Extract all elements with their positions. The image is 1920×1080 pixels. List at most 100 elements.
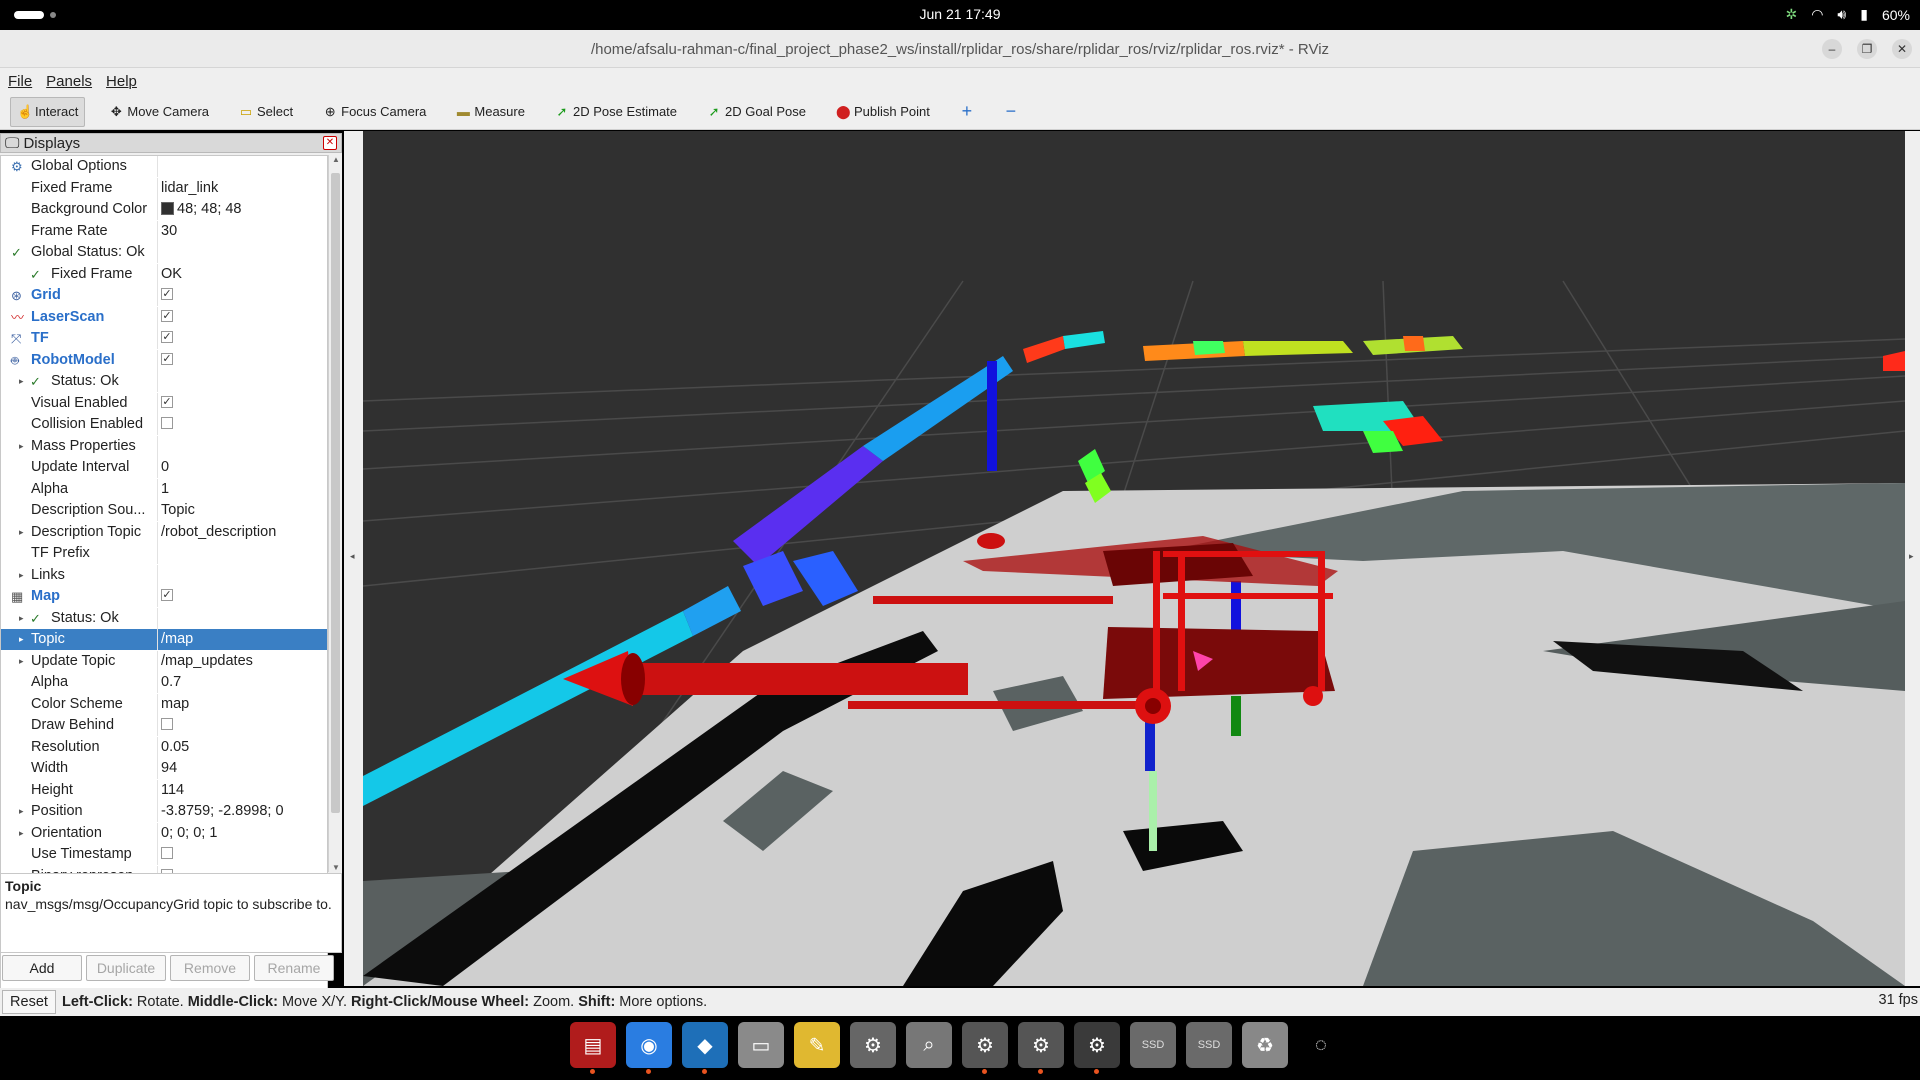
property-row[interactable]: Background Color 48; 48; 48 xyxy=(1,199,327,220)
checkbox-unchecked[interactable] xyxy=(161,417,173,430)
property-value-cell[interactable]: 0.05 xyxy=(160,737,327,758)
rviz3-app-icon[interactable]: ⚙ xyxy=(1074,1022,1120,1074)
window-titlebar[interactable]: /home/afsalu-rahman-c/final_project_phas… xyxy=(0,30,1920,68)
property-row[interactable]: Collision Enabled xyxy=(1,414,327,435)
property-value-cell[interactable]: /map_updates xyxy=(160,651,327,672)
property-value-cell[interactable] xyxy=(160,156,327,177)
tool-focus-camera[interactable]: ⊕ Focus Camera xyxy=(317,97,432,127)
show-apps-icon[interactable]: ◌ xyxy=(1298,1022,1344,1068)
display-item[interactable]: 🤖︎ RobotModel ✓ xyxy=(1,349,327,371)
tool-interact[interactable]: ☝ Interact xyxy=(10,96,86,127)
property-row[interactable]: ▸ Orientation 0; 0; 0; 1 xyxy=(1,822,327,844)
property-value-cell[interactable] xyxy=(160,565,327,586)
property-value-cell[interactable] xyxy=(160,844,327,865)
image-viewer-app-icon[interactable]: ⌕ xyxy=(906,1022,952,1068)
display-item[interactable]: ▦ Map ✓ xyxy=(1,586,327,607)
rename-display-button[interactable]: Rename xyxy=(254,955,334,981)
property-value-cell[interactable]: 0 xyxy=(160,457,327,478)
property-row[interactable]: ▸ Position -3.8759; -2.8998; 0 xyxy=(1,801,327,822)
expand-arrow-icon[interactable]: ▸ xyxy=(19,436,24,457)
remove-tool-button[interactable]: − xyxy=(998,97,1024,127)
property-value-cell[interactable]: 0.7 xyxy=(160,672,327,693)
property-row[interactable]: TF Prefix xyxy=(1,543,327,564)
property-value-cell[interactable] xyxy=(160,436,327,457)
expand-arrow-icon[interactable]: ▸ xyxy=(19,801,24,822)
property-value-cell[interactable]: 1 xyxy=(160,479,327,500)
property-value-cell[interactable]: ✓ xyxy=(160,350,327,371)
add-tool-button[interactable]: + xyxy=(954,97,980,127)
property-value-cell[interactable] xyxy=(160,608,327,629)
scroll-down-arrow-icon[interactable]: ▼ xyxy=(329,863,343,872)
expand-arrow-icon[interactable]: ▸ xyxy=(19,608,24,629)
property-row[interactable]: ▸ Description Topic/robot_description xyxy=(1,521,327,543)
checkbox-checked[interactable]: ✓ xyxy=(161,309,173,322)
duplicate-display-button[interactable]: Duplicate xyxy=(86,955,166,981)
ssd2-drive-icon[interactable]: SSD xyxy=(1186,1022,1232,1068)
collapse-left-arrow-icon[interactable]: ◂ xyxy=(350,551,355,562)
property-value-cell[interactable] xyxy=(160,715,327,736)
checkbox-checked[interactable]: ✓ xyxy=(161,288,173,301)
property-row[interactable]: Width 94 xyxy=(1,758,327,779)
property-value-cell[interactable]: /robot_description xyxy=(160,522,327,543)
checkbox-checked[interactable]: ✓ xyxy=(161,331,173,344)
checkbox-unchecked[interactable] xyxy=(161,718,173,731)
expand-arrow-icon[interactable]: ▸ xyxy=(19,565,24,586)
property-value-cell[interactable]: ✓ xyxy=(160,307,327,328)
property-row[interactable]: Alpha 1 xyxy=(1,478,327,500)
chrome-app-icon[interactable]: ◉ xyxy=(626,1022,672,1074)
property-value-cell[interactable]: 94 xyxy=(160,758,327,779)
add-display-button[interactable]: Add xyxy=(2,955,82,981)
property-value-cell[interactable]: 0; 0; 0; 1 xyxy=(160,823,327,844)
property-row[interactable]: ▸ Mass Properties xyxy=(1,435,327,457)
property-value-cell[interactable] xyxy=(160,371,327,392)
property-row[interactable]: ✓ Global Status: Ok xyxy=(1,242,327,263)
rviz-app-icon[interactable]: ⚙ xyxy=(962,1022,1008,1074)
property-row[interactable]: ▸ Topic/map xyxy=(1,629,327,650)
property-row[interactable]: ▸ ✓ Status: Ok xyxy=(1,371,327,392)
property-value-cell[interactable]: ✓ xyxy=(160,328,327,349)
property-row[interactable]: ▸ Update Topic/map_updates xyxy=(1,650,327,672)
clock[interactable]: Jun 21 17:49 xyxy=(0,6,1920,22)
property-value-cell[interactable]: lidar_link xyxy=(160,178,327,199)
property-row[interactable]: Color Scheme map xyxy=(1,693,327,715)
checkbox-unchecked[interactable] xyxy=(161,847,173,860)
property-row[interactable]: ▸ ✓ Status: Ok xyxy=(1,607,327,629)
property-value-cell[interactable]: OK xyxy=(160,264,327,285)
property-value-cell[interactable]: Topic xyxy=(160,500,327,521)
remove-display-button[interactable]: Remove xyxy=(170,955,250,981)
property-row[interactable]: Frame Rate 30 xyxy=(1,220,327,242)
menu-help[interactable]: Help xyxy=(106,73,137,90)
tool-measure[interactable]: ▬ Measure xyxy=(450,97,531,127)
expand-arrow-icon[interactable]: ▸ xyxy=(19,823,24,844)
scroll-up-arrow-icon[interactable]: ▲ xyxy=(329,155,343,164)
3d-viewport[interactable] xyxy=(363,131,1905,986)
property-row[interactable]: ✓ Fixed Frame OK xyxy=(1,263,327,285)
color-swatch[interactable] xyxy=(161,201,174,215)
trash-icon[interactable]: ♻ xyxy=(1242,1022,1288,1068)
property-value-cell[interactable]: ✓ xyxy=(160,285,327,306)
close-panel-button[interactable]: ✕ xyxy=(323,136,337,150)
close-window-button[interactable]: ✕ xyxy=(1892,39,1912,59)
property-row[interactable]: Use Timestamp xyxy=(1,844,327,865)
property-row[interactable]: Description Sou... Topic xyxy=(1,500,327,521)
settings-app-icon[interactable]: ⚙ xyxy=(850,1022,896,1068)
displays-scrollbar[interactable]: ▲ ▼ xyxy=(328,155,342,872)
vscode-app-icon[interactable]: ◆ xyxy=(682,1022,728,1074)
property-value-cell[interactable]: map xyxy=(160,694,327,715)
display-item[interactable]: ⊛ Grid ✓ xyxy=(1,285,327,306)
reset-button[interactable]: Reset xyxy=(2,990,56,1014)
property-row[interactable]: Update Interval 0 xyxy=(1,457,327,478)
tool-2d-pose-estimate[interactable]: ➚ 2D Pose Estimate xyxy=(549,97,683,127)
tool-2d-goal-pose[interactable]: ➚ 2D Goal Pose xyxy=(701,97,812,127)
property-value-cell[interactable]: /map xyxy=(160,629,327,650)
tool-move-camera[interactable]: ✥ Move Camera xyxy=(103,97,215,127)
expand-arrow-icon[interactable]: ▸ xyxy=(19,522,24,543)
property-value-cell[interactable] xyxy=(160,543,327,564)
property-row[interactable]: ▸ Links xyxy=(1,564,327,586)
property-value-cell[interactable] xyxy=(160,414,327,435)
maximize-button[interactable]: ❐ xyxy=(1857,39,1877,59)
expand-arrow-icon[interactable]: ▸ xyxy=(19,629,24,650)
property-value-cell[interactable]: 30 xyxy=(160,221,327,242)
property-row[interactable]: Fixed Frame lidar_link xyxy=(1,177,327,199)
files-app-icon[interactable]: ▭ xyxy=(738,1022,784,1068)
